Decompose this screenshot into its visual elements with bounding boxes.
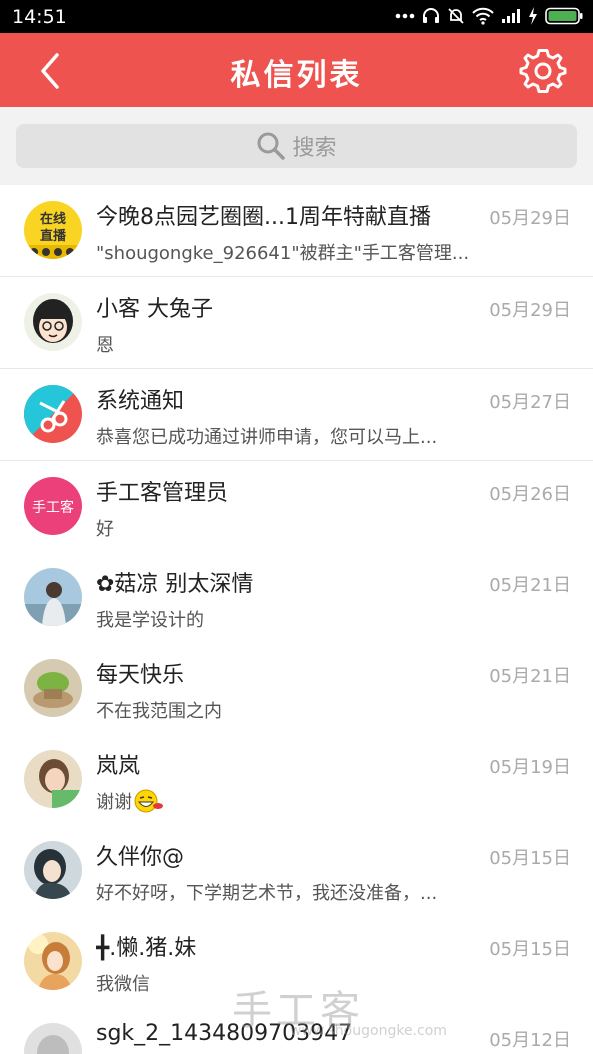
message-row[interactable]: 手工客 手工客管理员 好 05月26日	[0, 461, 593, 553]
message-date: 05月26日	[489, 484, 571, 505]
signal-icon	[501, 8, 521, 24]
contact-name: 小客 大兔子	[96, 297, 213, 322]
avatar-text: 手工客	[32, 499, 74, 516]
laughing-emoji-icon	[134, 789, 164, 818]
watermark-url: www.shougongke.com	[290, 1023, 447, 1039]
message-preview: 好不好呀，下学期艺术节，我还没准备，...	[96, 883, 438, 904]
status-icons	[395, 7, 583, 25]
message-date: 05月12日	[489, 1030, 571, 1051]
status-time: 14:51	[12, 6, 67, 28]
message-preview: 我微信	[96, 974, 150, 995]
avatar: 在线 直播	[24, 201, 82, 259]
avatar-text-line2: 直播	[40, 228, 67, 244]
contact-name: 岚岚	[96, 754, 141, 779]
gear-icon	[519, 49, 567, 93]
settings-button[interactable]	[519, 47, 567, 95]
message-date: 05月15日	[489, 939, 571, 960]
avatar	[24, 659, 82, 717]
avatar	[24, 293, 82, 351]
avatar	[24, 568, 82, 626]
message-row[interactable]: ✿菇凉 别太深情 我是学设计的 05月21日	[0, 552, 593, 644]
message-date: 05月27日	[489, 392, 571, 413]
message-row[interactable]: 在线 直播 今晚8点园艺圈圈...1周年特献直播 "shougongke_926…	[0, 185, 593, 277]
avatar: 手工客	[24, 477, 82, 535]
contact-name: 每天快乐	[96, 663, 185, 688]
message-list: 在线 直播 今晚8点园艺圈圈...1周年特献直播 "shougongke_926…	[0, 185, 593, 1054]
more-dots-icon	[395, 13, 415, 19]
contact-name: ╋.懒.猪.妹	[96, 936, 197, 961]
status-bar: 14:51	[0, 0, 593, 33]
contact-name: 久伴你@	[96, 845, 185, 870]
contact-name: 今晚8点园艺圈圈...1周年特献直播	[96, 205, 431, 230]
contact-name: 手工客管理员	[96, 481, 229, 506]
message-row[interactable]: 久伴你@ 好不好呀，下学期艺术节，我还没准备，... 05月15日	[0, 825, 593, 917]
search-area: 搜索	[0, 107, 593, 185]
contact-name: 系统通知	[96, 389, 185, 414]
message-preview: 恩	[96, 335, 114, 356]
page-title: 私信列表	[230, 58, 363, 93]
message-preview: 谢谢	[96, 788, 164, 818]
avatar	[24, 385, 82, 443]
message-date: 05月19日	[489, 757, 571, 778]
message-preview: 好	[96, 519, 114, 540]
charging-icon	[528, 7, 538, 25]
search-input[interactable]: 搜索	[16, 124, 577, 168]
message-date: 05月29日	[489, 208, 571, 229]
search-icon	[257, 132, 286, 160]
message-preview: 恭喜您已成功通过讲师申请，您可以马上...	[96, 427, 438, 448]
battery-icon	[545, 7, 583, 25]
message-date: 05月21日	[489, 575, 571, 596]
avatar	[24, 841, 82, 899]
search-placeholder: 搜索	[292, 136, 337, 161]
message-preview: 不在我范围之内	[96, 701, 222, 722]
message-date: 05月21日	[489, 666, 571, 687]
message-row[interactable]: 岚岚 谢谢 05月19日	[0, 734, 593, 826]
message-preview-text: 谢谢	[96, 792, 132, 813]
message-row[interactable]: 系统通知 恭喜您已成功通过讲师申请，您可以马上... 05月27日	[0, 369, 593, 461]
contact-name: ✿菇凉 别太深情	[96, 572, 254, 597]
message-row[interactable]: 小客 大兔子 恩 05月29日	[0, 277, 593, 369]
message-preview: "shougongke_926641"被群主"手工客管理...	[96, 243, 470, 264]
headphones-icon	[422, 7, 440, 25]
message-preview: 我是学设计的	[96, 610, 204, 631]
avatar	[24, 1023, 82, 1054]
mute-bell-icon	[447, 7, 465, 25]
message-row[interactable]: 每天快乐 不在我范围之内 05月21日	[0, 643, 593, 735]
avatar-text-line1: 在线	[40, 211, 66, 227]
wifi-icon	[472, 7, 494, 25]
message-date: 05月15日	[489, 848, 571, 869]
avatar	[24, 932, 82, 990]
message-date: 05月29日	[489, 300, 571, 321]
header-bar: 私信列表	[0, 33, 593, 107]
avatar	[24, 750, 82, 808]
